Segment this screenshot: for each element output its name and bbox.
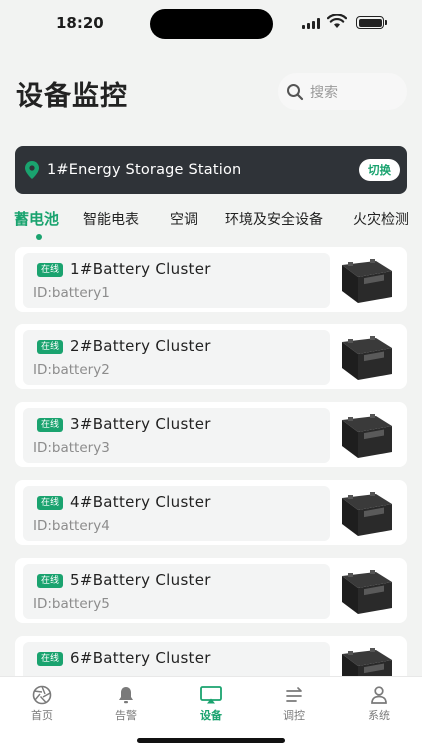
tabbar-label: 首页 — [31, 709, 53, 722]
device-info: 在线 6#Battery Cluster — [23, 642, 330, 677]
device-name: 3#Battery Cluster — [70, 415, 211, 433]
device-info: 在线 1#Battery Cluster ID:battery1 — [23, 253, 330, 308]
tab-fire-detection[interactable]: 火灾检测 — [353, 209, 409, 229]
user-icon — [371, 686, 387, 704]
status-bar: 18:20 — [0, 0, 422, 48]
bell-icon — [119, 687, 133, 704]
status-badge: 在线 — [37, 340, 64, 354]
device-id: ID:battery5 — [33, 596, 110, 612]
device-id: ID:battery2 — [33, 362, 110, 378]
tabbar-item-home[interactable]: 首页 — [12, 685, 72, 723]
device-info: 在线 4#Battery Cluster ID:battery4 — [23, 486, 330, 541]
search-icon — [287, 83, 304, 100]
cellular-signal-icon — [302, 18, 320, 29]
dynamic-island — [150, 9, 273, 39]
device-id: ID:battery4 — [33, 518, 110, 534]
status-badge: 在线 — [37, 263, 64, 277]
device-id: ID:battery1 — [33, 285, 110, 301]
tabbar-label: 设备 — [200, 709, 222, 722]
status-badge: 在线 — [37, 574, 64, 588]
battery-image — [342, 570, 392, 614]
battery-image — [342, 259, 392, 303]
tabbar-label: 系统 — [368, 709, 390, 722]
station-selector: 1#Energy Storage Station 切换 — [15, 146, 407, 194]
device-card[interactable]: 在线 3#Battery Cluster ID:battery3 — [15, 402, 407, 467]
home-indicator — [137, 738, 285, 743]
control-icon — [286, 687, 302, 702]
battery-image — [342, 414, 392, 458]
monitor-icon — [200, 686, 222, 704]
device-id: ID:battery3 — [33, 440, 110, 456]
tab-smart-meter[interactable]: 智能电表 — [83, 209, 139, 229]
search-placeholder: 搜索 — [310, 84, 338, 101]
search-input[interactable]: 搜索 — [278, 73, 407, 110]
device-name: 4#Battery Cluster — [70, 493, 211, 511]
tabbar-item-devices[interactable]: 设备 — [181, 685, 241, 723]
tabbar-label: 调控 — [283, 709, 305, 722]
tab-air-conditioner[interactable]: 空调 — [170, 209, 198, 229]
status-badge: 在线 — [37, 652, 64, 666]
device-card[interactable]: 在线 6#Battery Cluster — [15, 636, 407, 677]
tabbar-item-system[interactable]: 系统 — [349, 685, 409, 723]
location-pin-icon — [25, 161, 39, 179]
tabbar-item-control[interactable]: 调控 — [264, 685, 324, 723]
device-name: 2#Battery Cluster — [70, 337, 211, 355]
active-tab-indicator — [36, 234, 42, 240]
category-tabs: 蓄电池 智能电表 空调 环境及安全设备 火灾检测 — [0, 206, 422, 240]
battery-icon — [356, 16, 387, 29]
device-card[interactable]: 在线 1#Battery Cluster ID:battery1 — [15, 247, 407, 312]
battery-image — [342, 492, 392, 536]
page-title: 设备监控 — [16, 81, 128, 112]
device-info: 在线 5#Battery Cluster ID:battery5 — [23, 564, 330, 619]
tab-environment-safety[interactable]: 环境及安全设备 — [225, 209, 323, 229]
battery-image — [342, 648, 392, 677]
device-name: 6#Battery Cluster — [70, 649, 211, 667]
status-time: 18:20 — [56, 14, 104, 32]
device-card[interactable]: 在线 4#Battery Cluster ID:battery4 — [15, 480, 407, 545]
device-info: 在线 2#Battery Cluster ID:battery2 — [23, 330, 330, 385]
device-name: 5#Battery Cluster — [70, 571, 211, 589]
tab-battery[interactable]: 蓄电池 — [14, 208, 59, 229]
status-badge: 在线 — [37, 418, 64, 432]
wifi-icon — [327, 14, 347, 28]
device-info: 在线 3#Battery Cluster ID:battery3 — [23, 408, 330, 463]
status-badge: 在线 — [37, 496, 64, 510]
switch-station-button[interactable]: 切换 — [359, 159, 400, 181]
station-name: 1#Energy Storage Station — [47, 162, 242, 178]
device-card[interactable]: 在线 2#Battery Cluster ID:battery2 — [15, 324, 407, 389]
aperture-icon — [32, 685, 52, 705]
device-card[interactable]: 在线 5#Battery Cluster ID:battery5 — [15, 558, 407, 623]
device-name: 1#Battery Cluster — [70, 260, 211, 278]
tabbar-label: 告警 — [115, 709, 137, 722]
battery-image — [342, 336, 392, 380]
tabbar-item-alarms[interactable]: 告警 — [96, 685, 156, 723]
device-list: 在线 1#Battery Cluster ID:battery1 在线 2#Ba… — [15, 247, 407, 677]
